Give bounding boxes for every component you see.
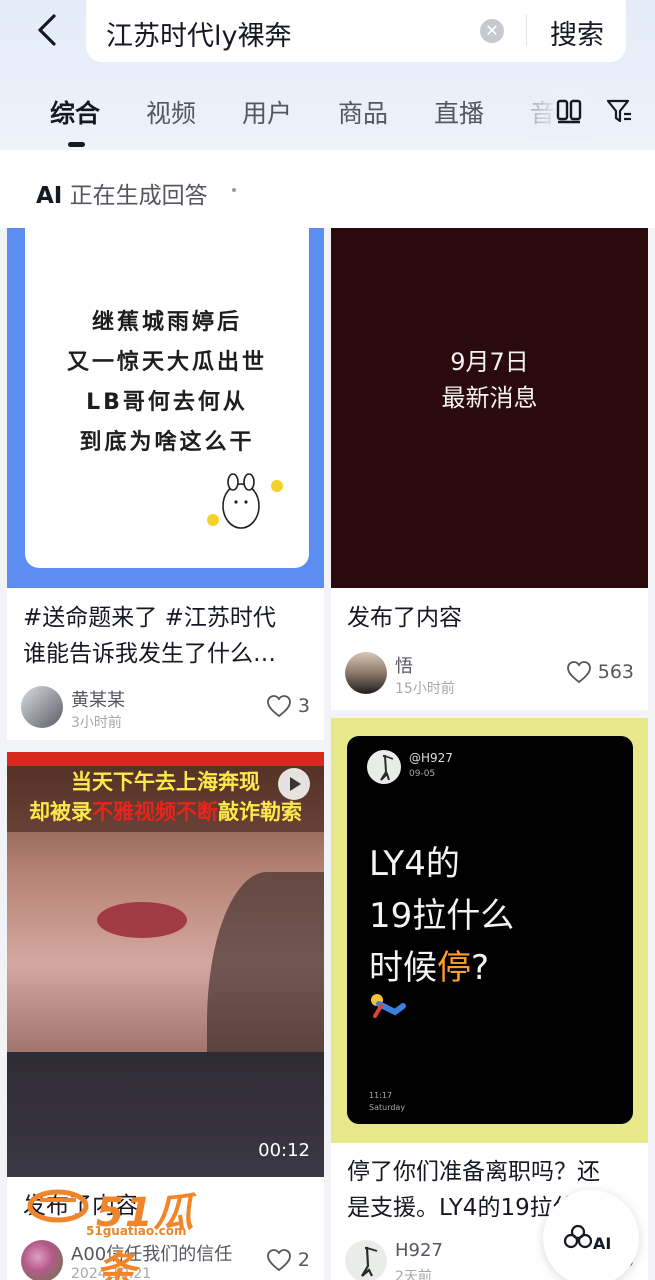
card-cover: 继蕉城雨婷后 又一惊天大瓜出世 LB哥何去何从 到底为啥这么干 bbox=[7, 228, 324, 588]
cover-date: 09-05 bbox=[409, 769, 436, 779]
search-divider bbox=[526, 14, 527, 46]
like-count: 563 bbox=[597, 661, 634, 683]
ai-fab-label: AI bbox=[593, 1234, 612, 1253]
like-count: 2 bbox=[297, 1249, 310, 1271]
filter-icon[interactable] bbox=[606, 98, 632, 124]
card-title: 谁能告诉我发生了什么… bbox=[23, 641, 276, 667]
card-cover: @H927 09-05 LY4的 19拉什么 时候停? 11:17 Saturda… bbox=[331, 718, 648, 1143]
video-duration: 00:12 bbox=[258, 1140, 310, 1161]
active-tab-indicator bbox=[68, 142, 85, 147]
tab-all[interactable]: 综合 bbox=[50, 94, 100, 130]
avatar[interactable] bbox=[21, 686, 63, 728]
avatar[interactable] bbox=[345, 652, 387, 694]
post-time: 15小时前 bbox=[395, 681, 455, 697]
cover-text: 到底为啥这么干 bbox=[79, 430, 255, 455]
cover-text: 时候停? bbox=[369, 948, 490, 988]
author-name[interactable]: H927 bbox=[395, 1240, 443, 1261]
falling-person-emoji-icon bbox=[371, 994, 406, 1018]
cover-text: 19拉什么 bbox=[369, 896, 515, 936]
cover-text: 最新消息 bbox=[441, 384, 538, 412]
loading-dot bbox=[232, 188, 236, 192]
card-title: #送命题来了 #江苏时代 bbox=[23, 605, 276, 631]
like-button[interactable]: 3 bbox=[266, 694, 310, 718]
cover-text: LB哥何去何从 bbox=[86, 390, 248, 415]
cover-screenshot: @H927 09-05 LY4的 19拉什么 时候停? 11:17 Saturda… bbox=[347, 736, 633, 1124]
ai-assistant-button[interactable]: AI bbox=[543, 1190, 639, 1280]
cover-handle: @H927 bbox=[409, 751, 453, 765]
like-button[interactable]: 2 bbox=[266, 1248, 310, 1272]
cover-banner bbox=[7, 752, 324, 766]
watermark-url: 51guatiao.com bbox=[86, 1224, 187, 1238]
cover-text: LY4的 bbox=[369, 844, 460, 884]
search-box[interactable]: 江苏时代ly裸奔 ✕ 搜索 bbox=[86, 0, 626, 62]
heron-icon bbox=[380, 755, 394, 781]
bunny-sticker-icon bbox=[207, 473, 283, 529]
watermark-logo-icon bbox=[27, 1189, 89, 1223]
clear-icon[interactable]: ✕ bbox=[480, 19, 504, 43]
cover-note: 继蕉城雨婷后 又一惊天大瓜出世 LB哥何去何从 到底为啥这么干 bbox=[25, 228, 309, 568]
cover-text: 继蕉城雨婷后 bbox=[91, 310, 242, 335]
like-button[interactable]: 563 bbox=[566, 660, 634, 684]
card-title: 停了你们准备离职吗？还 bbox=[347, 1159, 600, 1185]
like-count: 3 bbox=[297, 695, 310, 717]
post-time: 3小时前 bbox=[71, 715, 122, 731]
watermark: 51瓜条 51guatiao.com bbox=[26, 1180, 226, 1280]
card-cover: 当天下午去上海奔现 却被录不雅视频不断敲诈勒索 00:12 bbox=[7, 752, 324, 1177]
heart-icon bbox=[267, 1249, 291, 1272]
tab-user[interactable]: 用户 bbox=[242, 94, 292, 130]
ai-status: AI 正在生成回答 bbox=[36, 183, 208, 209]
cover-text: 又一惊天大瓜出世 bbox=[66, 350, 267, 375]
search-input[interactable]: 江苏时代ly裸奔 bbox=[106, 14, 291, 53]
author-name[interactable]: 悟 bbox=[395, 652, 413, 678]
cover-caption: 当天下午去上海奔现 bbox=[71, 770, 260, 794]
card-cover: 9月7日 最新消息 bbox=[331, 228, 648, 588]
tab-goods[interactable]: 商品 bbox=[338, 94, 388, 130]
ai-answer-bar[interactable]: AI 正在生成回答 bbox=[0, 150, 655, 228]
cover-photo-lips bbox=[97, 902, 187, 938]
cover-clock: 11:17 Saturday bbox=[369, 1091, 406, 1112]
tab-video[interactable]: 视频 bbox=[146, 94, 196, 130]
back-button[interactable] bbox=[30, 12, 66, 48]
chevron-left-icon bbox=[38, 14, 56, 46]
post-time: 2天前 bbox=[395, 1269, 432, 1280]
search-button[interactable]: 搜索 bbox=[550, 13, 604, 52]
tab-live[interactable]: 直播 bbox=[434, 94, 484, 130]
heart-icon bbox=[566, 661, 591, 684]
avatar[interactable] bbox=[21, 1240, 63, 1280]
avatar[interactable] bbox=[345, 1240, 387, 1280]
card-title: 发布了内容 bbox=[347, 605, 462, 631]
ai-flower-icon bbox=[563, 1224, 593, 1249]
result-card[interactable]: 9月7日 最新消息 发布了内容 悟 15小时前 563 bbox=[331, 228, 648, 710]
heart-icon bbox=[267, 695, 291, 718]
result-card[interactable]: 继蕉城雨婷后 又一惊天大瓜出世 LB哥何去何从 到底为啥这么干 #送命题来了 #… bbox=[7, 228, 324, 740]
author-name[interactable]: 黄某某 bbox=[71, 686, 125, 712]
tab-bar: 综合 视频 用户 商品 直播 音 bbox=[0, 88, 655, 147]
heron-icon bbox=[361, 1246, 378, 1277]
play-icon[interactable] bbox=[278, 768, 310, 800]
double-column-icon[interactable] bbox=[556, 98, 582, 124]
top-header: 江苏时代ly裸奔 ✕ 搜索 综合 视频 用户 商品 直播 音 bbox=[0, 0, 655, 150]
cover-caption: 却被录不雅视频不断敲诈勒索 bbox=[29, 800, 302, 824]
cover-avatar bbox=[367, 750, 401, 784]
cover-text: 9月7日 bbox=[450, 348, 529, 376]
